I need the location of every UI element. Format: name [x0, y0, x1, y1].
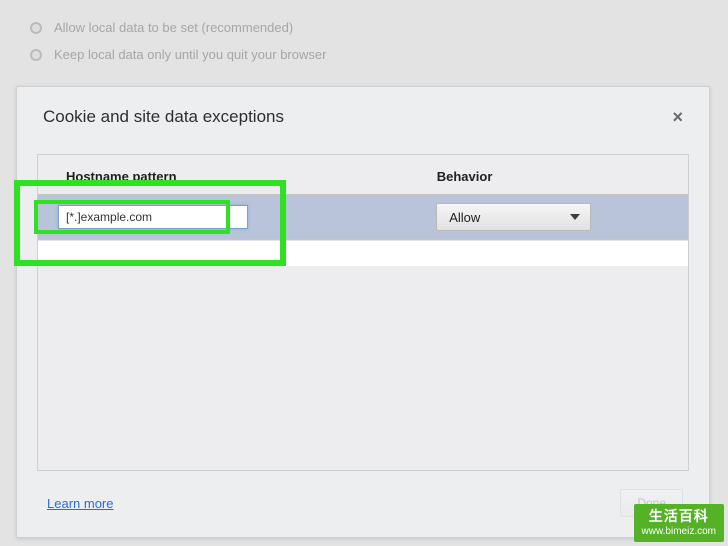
hostname-cell [58, 205, 436, 229]
behavior-cell: Allow [436, 203, 668, 231]
watermark-title: 生活百科 [642, 507, 716, 525]
dialog-footer: Learn more Done [17, 471, 709, 537]
column-header-behavior: Behavior [437, 169, 664, 184]
dialog-title: Cookie and site data exceptions [43, 107, 284, 127]
hostname-pattern-input[interactable] [58, 205, 248, 229]
behavior-select[interactable]: Allow [436, 203, 591, 231]
watermark: 生活百科 www.bimeiz.com [634, 504, 724, 542]
learn-more-link[interactable]: Learn more [47, 496, 113, 511]
watermark-url: www.bimeiz.com [642, 525, 716, 538]
exceptions-table: Hostname pattern Behavior Allow [37, 154, 689, 471]
column-headers: Hostname pattern Behavior [38, 155, 688, 194]
chevron-down-icon [570, 214, 580, 220]
dialog-header: Cookie and site data exceptions × [17, 87, 709, 142]
table-row: Allow [38, 194, 688, 240]
close-icon[interactable]: × [672, 107, 683, 128]
autocomplete-dropdown [38, 240, 688, 266]
behavior-selected-value: Allow [449, 210, 480, 225]
column-header-hostname: Hostname pattern [66, 169, 437, 184]
cookie-exceptions-dialog: Cookie and site data exceptions × Hostna… [16, 86, 710, 538]
